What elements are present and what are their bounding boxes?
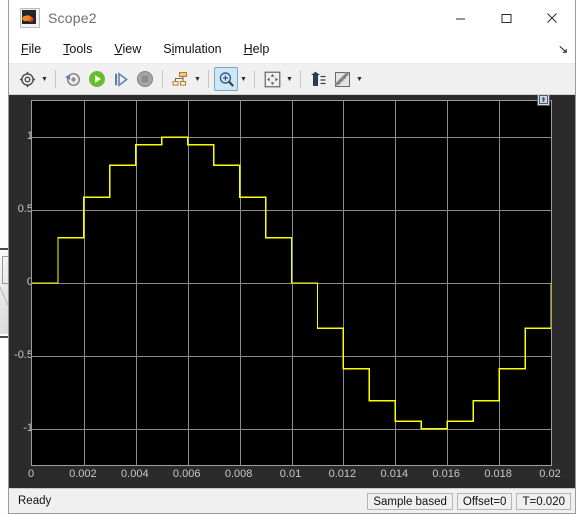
menu-item-help[interactable]: Help: [234, 39, 280, 59]
scope-window: Scope2 File Tools View Simulation Help ↘: [8, 0, 576, 514]
autoscale-group: ▼: [260, 67, 295, 91]
chevron-down-icon[interactable]: ▼: [238, 67, 249, 91]
gear-icon[interactable]: [15, 67, 39, 91]
menu-item-file[interactable]: File: [11, 39, 51, 59]
step-forward-icon[interactable]: [109, 67, 133, 91]
signal-selection-group: ▼: [168, 67, 203, 91]
toolbar-separator: [208, 70, 209, 88]
toolbar-separator: [55, 70, 56, 88]
menu-item-file-label-rest: ile: [28, 42, 42, 56]
signal-selector-icon[interactable]: [168, 67, 192, 91]
offset-cell: Offset=0: [456, 492, 513, 510]
stop-icon[interactable]: [133, 67, 157, 91]
x-axis-tick: 0.01: [279, 468, 302, 480]
toolbar-separator: [254, 70, 255, 88]
minimize-icon[interactable]: [437, 0, 483, 36]
x-axis-tick-labels: 0 0.002 0.004 0.006 0.008 0.01 0.012 0.014 0.016…: [9, 466, 575, 488]
desktop-background: Scope2 File Tools View Simulation Help ↘: [0, 0, 576, 514]
x-axis-tick: 0.02: [539, 468, 561, 480]
x-axis-tick: 0.018: [484, 468, 512, 480]
menu-item-view[interactable]: View: [104, 39, 151, 59]
menu-item-simulation-label-rest: mulation: [174, 42, 222, 56]
toolbar-separator: [300, 70, 301, 88]
toolbar-separator: [162, 70, 163, 88]
toolbar: ▼ ▼ ▼ ▼ ▼: [9, 63, 575, 95]
menu-item-tools-label-rest: ools: [69, 42, 93, 56]
x-axis-tick: 0.004: [121, 468, 149, 480]
maximize-icon[interactable]: [483, 0, 529, 36]
menu-bar: File Tools View Simulation Help ↘: [9, 36, 575, 63]
cursor-measurements-group: ▼: [330, 67, 365, 91]
menu-item-help-label-rest: elp: [252, 42, 270, 56]
scope-plot-region[interactable]: 1 0.5 0 -0.5 -1 0 0.002 0.004 0.006 0.008 0.01 0.0…: [9, 95, 575, 488]
menu-item-view-label-rest: iew: [122, 42, 142, 56]
menu-overflow-arrow-icon[interactable]: ↘: [557, 42, 568, 56]
x-axis-tick: 0.014: [380, 468, 409, 480]
maximize-axes-icon[interactable]: [537, 95, 550, 106]
ruler-icon[interactable]: [330, 67, 354, 91]
rewind-icon[interactable]: [61, 67, 85, 91]
window-title: Scope2: [48, 10, 97, 26]
frame-mode-cell: Sample based: [367, 492, 453, 510]
play-icon[interactable]: [85, 67, 109, 91]
fit-to-view-icon[interactable]: [260, 67, 284, 91]
chevron-down-icon[interactable]: ▼: [39, 67, 50, 91]
menu-item-tools[interactable]: Tools: [53, 39, 102, 59]
matlab-scope-icon: [20, 8, 40, 28]
status-bar: Ready Sample based Offset=0 T=0.020: [9, 488, 575, 513]
x-axis-tick: 0.012: [328, 468, 357, 480]
x-axis-tick: 0.002: [69, 468, 97, 480]
zoom-in-group: ▼: [214, 67, 249, 91]
configuration-properties-group: ▼: [15, 67, 50, 91]
time-cell: T=0.020: [516, 492, 571, 510]
close-icon[interactable]: [529, 0, 575, 36]
x-axis-tick: 0.016: [432, 468, 460, 480]
x-axis-tick: 0.006: [172, 468, 201, 480]
status-message: Ready: [18, 495, 52, 507]
menu-item-simulation[interactable]: Simulation: [153, 39, 231, 59]
chevron-down-icon[interactable]: ▼: [354, 67, 365, 91]
chevron-down-icon[interactable]: ▼: [192, 67, 203, 91]
title-bar[interactable]: Scope2: [9, 0, 575, 36]
x-axis-tick: 0.008: [224, 468, 253, 480]
plot-axes[interactable]: [31, 100, 552, 466]
axes-scale-icon[interactable]: [306, 67, 330, 91]
zoom-in-icon[interactable]: [214, 67, 238, 91]
signal-trace: [32, 136, 551, 430]
x-axis-tick: 0: [27, 468, 35, 480]
window-controls: [437, 0, 575, 36]
chevron-down-icon[interactable]: ▼: [284, 67, 295, 91]
